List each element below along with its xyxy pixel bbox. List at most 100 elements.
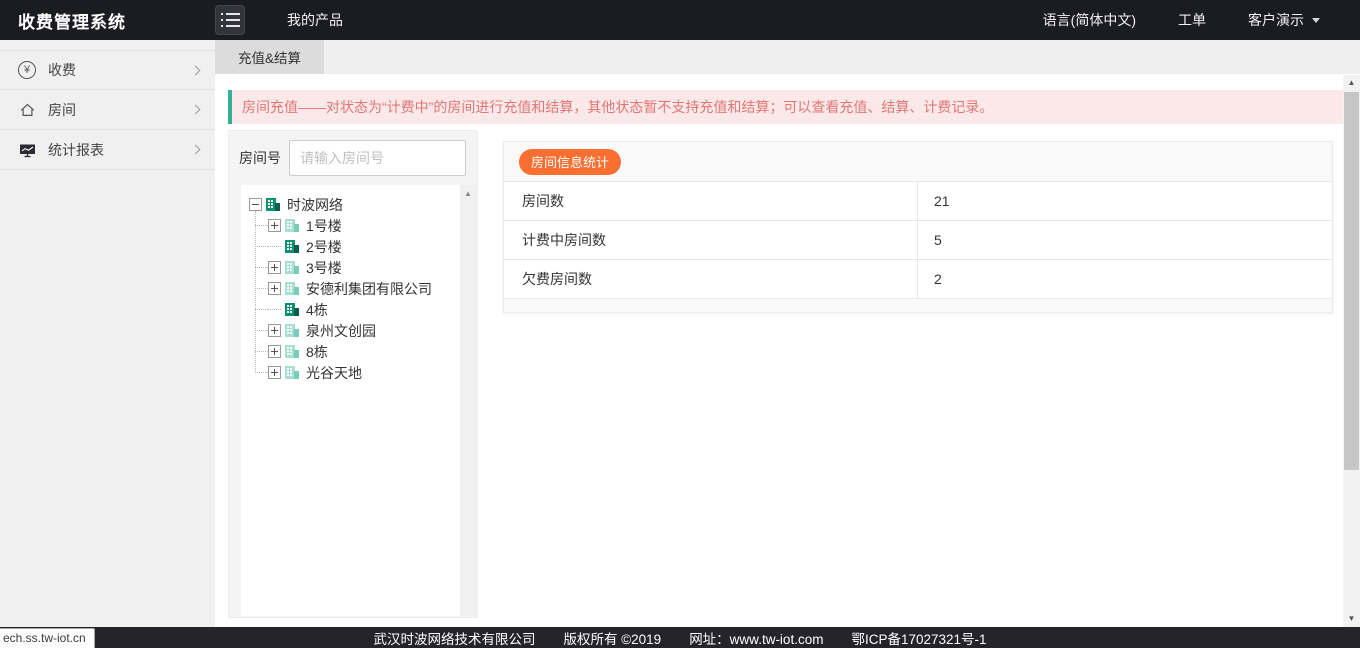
building-icon [285, 324, 295, 337]
building-icon [285, 303, 295, 316]
sidebar: ¥ 收费 房间 统计报表 [0, 40, 215, 627]
expand-icon[interactable] [268, 366, 281, 379]
stat-label: 计费中房间数 [504, 221, 918, 259]
panels-row: 房间号 时波网络 [228, 130, 1360, 618]
yen-circle-icon: ¥ [15, 61, 39, 79]
tree-node-label: 时波网络 [287, 195, 343, 215]
sidebar-item-label: 房间 [48, 100, 76, 120]
scroll-down-icon[interactable]: ▼ [1343, 611, 1360, 627]
building-icon [266, 198, 276, 211]
chevron-right-icon [191, 65, 201, 75]
building-icon [285, 345, 295, 358]
expand-icon[interactable] [268, 261, 281, 274]
tree-scrollbar[interactable]: ▲ [460, 185, 476, 616]
sidebar-item-charging[interactable]: ¥ 收费 [0, 50, 215, 90]
footer-copyright: 版权所有 ©2019 [563, 628, 661, 648]
room-search-row: 房间号 [229, 131, 477, 185]
tree-node[interactable]: 泉州文创园 [255, 320, 456, 341]
sidebar-item-reports[interactable]: 统计报表 [0, 130, 215, 170]
chevron-right-icon [191, 105, 201, 115]
expand-icon[interactable] [268, 282, 281, 295]
tree-node-label: 2号楼 [306, 237, 342, 257]
user-name: 客户演示 [1248, 10, 1304, 30]
tab-bar: 充值&结算 [215, 40, 1360, 74]
caret-down-icon [1312, 18, 1320, 27]
chart-board-icon [15, 142, 39, 158]
page-scrollbar[interactable]: ▲ ▼ [1343, 75, 1360, 627]
info-alert: 房间充值——对状态为“计费中”的房间进行充值和结算，其他状态暂不支持充值和结算；… [228, 90, 1343, 124]
tree-connector [268, 240, 281, 253]
chevron-right-icon [191, 145, 201, 155]
tree-node-label: 3号楼 [306, 258, 342, 278]
app-root: 收费管理系统 我的产品 语言(简体中文) 工单 客户演示 ¥ 收费 [0, 0, 1360, 648]
tree-children: 1号楼 2号楼 3号楼 [249, 215, 456, 383]
tree-connector [268, 303, 281, 316]
alert-text: 房间充值——对状态为“计费中”的房间进行充值和结算，其他状态暂不支持充值和结算；… [242, 97, 993, 117]
building-icon [285, 282, 295, 295]
table-row: 计费中房间数 5 [504, 221, 1332, 260]
nav-language[interactable]: 语言(简体中文) [1043, 10, 1136, 30]
page-footer: 武汉时波网络技术有限公司 版权所有 ©2019 网址：www.tw-iot.co… [0, 627, 1360, 648]
scrollbar-thumb[interactable] [1344, 92, 1359, 470]
sidebar-item-rooms[interactable]: 房间 [0, 90, 215, 130]
tree-node[interactable]: 8栋 [255, 341, 456, 362]
scroll-up-icon[interactable]: ▲ [1343, 75, 1360, 91]
table-row: 房间数 21 [504, 182, 1332, 221]
tree-node-label: 1号楼 [306, 216, 342, 236]
expand-icon[interactable] [268, 219, 281, 232]
room-search-panel: 房间号 时波网络 [228, 130, 478, 618]
tree-node[interactable]: 光谷天地 [255, 362, 456, 383]
stat-value: 2 [918, 271, 942, 287]
building-icon [285, 261, 295, 274]
tree-node-label: 8栋 [306, 342, 328, 362]
tree-node[interactable]: 2号楼 [255, 236, 456, 257]
tree-node-label: 光谷天地 [306, 363, 362, 383]
sidebar-item-label: 收费 [48, 60, 76, 80]
footer-website: 网址：www.tw-iot.com [689, 628, 823, 648]
sidebar-item-label: 统计报表 [48, 140, 104, 160]
room-number-input[interactable] [289, 140, 466, 176]
nav-work-order[interactable]: 工单 [1178, 10, 1206, 30]
expand-icon[interactable] [268, 324, 281, 337]
top-navbar: 收费管理系统 我的产品 语言(简体中文) 工单 客户演示 [0, 0, 1360, 40]
topbar-right-group: 语言(简体中文) 工单 客户演示 [1043, 10, 1360, 30]
tree-node-label: 泉州文创园 [306, 321, 376, 341]
table-row: 欠费房间数 2 [504, 260, 1332, 299]
home-icon [15, 102, 39, 118]
building-icon [285, 366, 295, 379]
room-number-label: 房间号 [239, 148, 281, 168]
tree-line [255, 211, 256, 373]
tree-node-root[interactable]: 时波网络 [249, 194, 456, 215]
tree-node[interactable]: 安德利集团有限公司 [255, 278, 456, 299]
expand-icon[interactable] [268, 345, 281, 358]
status-bar-url: ech.ss.tw-iot.cn [0, 628, 95, 648]
stat-value: 21 [918, 193, 950, 209]
tree-node-label: 安德利集团有限公司 [306, 279, 432, 299]
stat-value: 5 [918, 232, 942, 248]
menu-toggle-button[interactable] [215, 5, 245, 35]
main-content: 充值&结算 房间充值——对状态为“计费中”的房间进行充值和结算，其他状态暂不支持… [215, 40, 1360, 627]
footer-icp: 鄂ICP备17027321号-1 [851, 628, 986, 648]
tab-recharge-settlement[interactable]: 充值&结算 [215, 40, 324, 74]
tree-node[interactable]: 1号楼 [255, 215, 456, 236]
stat-label: 房间数 [504, 182, 918, 220]
footer-company: 武汉时波网络技术有限公司 [373, 628, 535, 648]
building-icon [285, 219, 295, 232]
hamburger-icon [226, 25, 240, 27]
stat-label: 欠费房间数 [504, 260, 918, 298]
stats-panel-header: 房间信息统计 [504, 142, 1332, 182]
hamburger-icon [226, 19, 240, 21]
nav-user-menu[interactable]: 客户演示 [1248, 10, 1320, 30]
collapse-icon[interactable] [249, 198, 262, 211]
hamburger-icon [226, 13, 240, 15]
scroll-up-icon[interactable]: ▲ [460, 185, 476, 198]
building-icon [285, 240, 295, 253]
tree-node[interactable]: 3号楼 [255, 257, 456, 278]
nav-my-products[interactable]: 我的产品 [287, 10, 343, 30]
building-tree: 时波网络 1号楼 [241, 185, 476, 616]
tree-node[interactable]: 4栋 [255, 299, 456, 320]
stats-badge: 房间信息统计 [519, 149, 621, 175]
tree-node-label: 4栋 [306, 300, 328, 320]
room-stats-panel: 房间信息统计 房间数 21 计费中房间数 5 欠费房间数 2 [503, 141, 1333, 313]
stats-panel-footer [504, 299, 1332, 312]
